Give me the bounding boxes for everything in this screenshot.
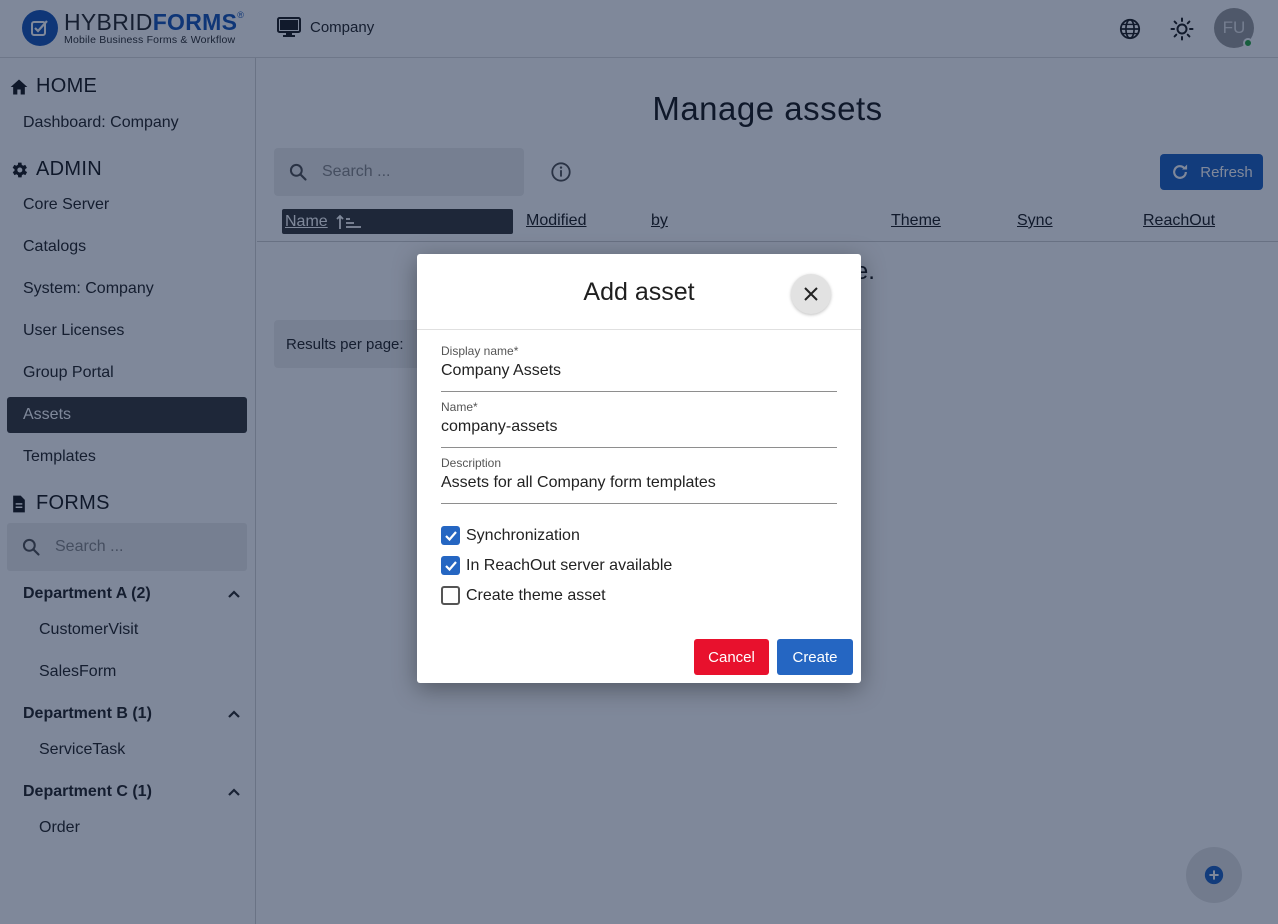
create-theme-asset-checkbox[interactable] [441,586,460,605]
reachout-available-checkbox[interactable] [441,556,460,575]
close-icon [804,287,818,301]
name-input[interactable] [441,418,837,436]
create-theme-asset-option[interactable]: Create theme asset [441,586,606,605]
add-asset-dialog: Add asset Display name* Name* Descriptio… [417,254,861,683]
description-field[interactable]: Description [441,456,837,504]
display-name-field[interactable]: Display name* [441,344,837,392]
create-button[interactable]: Create [777,639,853,675]
display-name-input[interactable] [441,362,837,380]
description-label: Description [441,456,502,470]
checkmark-icon [444,530,457,541]
checkmark-icon [444,560,457,571]
dialog-close-button[interactable] [791,274,831,314]
display-name-label: Display name* [441,344,519,358]
synchronization-checkbox[interactable] [441,526,460,545]
reachout-available-option[interactable]: In ReachOut server available [441,556,672,575]
cancel-button[interactable]: Cancel [694,639,769,675]
description-input[interactable] [441,474,837,492]
dialog-divider [417,329,861,330]
synchronization-option[interactable]: Synchronization [441,526,580,545]
name-field[interactable]: Name* [441,400,837,448]
name-label: Name* [441,400,478,414]
